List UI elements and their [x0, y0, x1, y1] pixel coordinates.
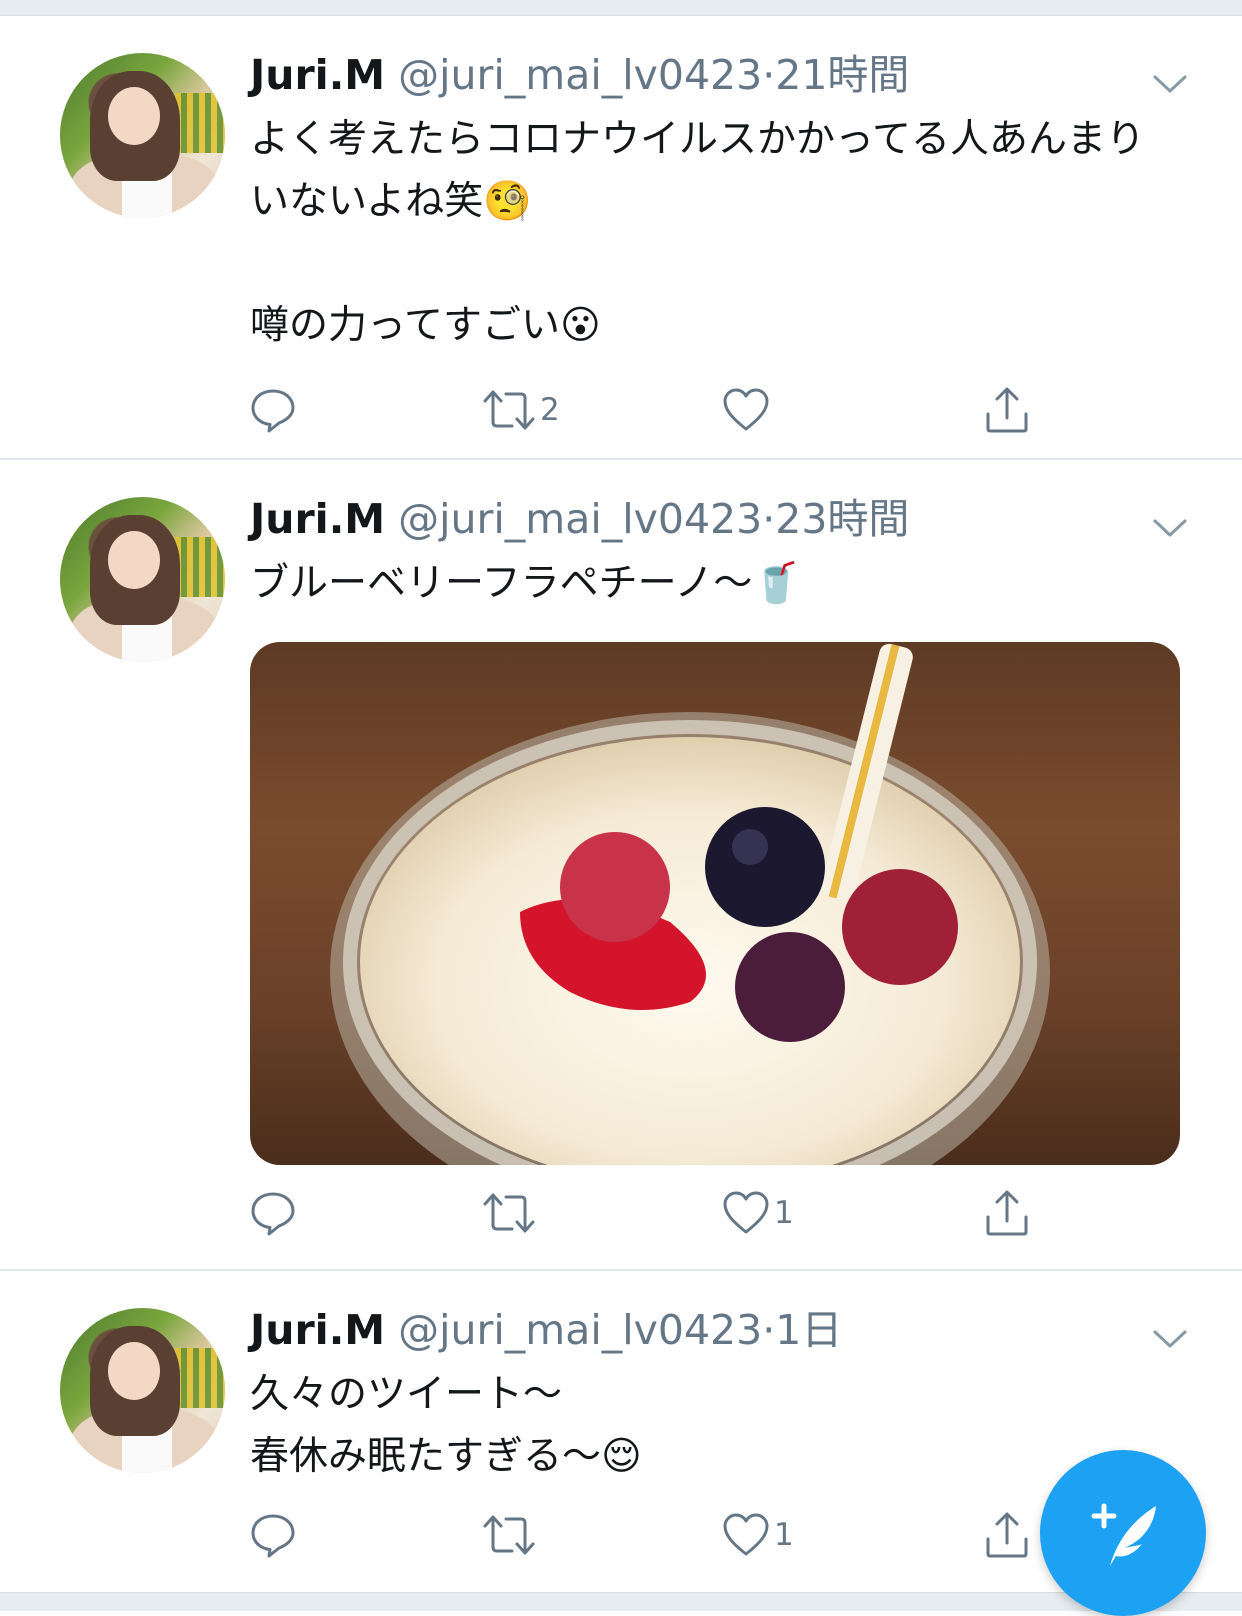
tweet-actions: 2 [250, 382, 1070, 438]
tweet-actions: 1 [250, 1185, 1070, 1241]
retweet-count: 2 [540, 392, 560, 428]
share-icon [986, 1512, 1028, 1558]
chevron-down-icon[interactable] [1152, 72, 1188, 96]
separator-dot: · [762, 495, 776, 543]
tweet-text: よく考えたらコロナウイルスかかってる人あんまりいないよね笑🧐 噂の力ってすごい😮 [250, 117, 1146, 348]
heart-icon [723, 1191, 769, 1234]
tweet-photo[interactable] [250, 642, 1180, 1165]
retweet-button[interactable]: 2 [482, 382, 560, 438]
reply-icon [251, 389, 295, 433]
retweet-icon [483, 390, 535, 430]
like-button[interactable] [722, 382, 774, 438]
heart-icon [723, 388, 769, 431]
reply-button[interactable] [250, 1185, 300, 1241]
reply-icon [251, 1192, 295, 1236]
user-handle[interactable]: @juri_mai_lv0423 [398, 1306, 762, 1354]
share-button[interactable] [984, 382, 1030, 438]
share-icon [986, 1190, 1028, 1236]
frappuccino-photo [330, 643, 1050, 1165]
like-count: 1 [774, 1195, 794, 1231]
separator-dot: · [762, 51, 776, 99]
top-divider-bar [0, 0, 1242, 16]
user-handle[interactable]: @juri_mai_lv0423 [398, 495, 762, 543]
retweet-button[interactable] [482, 1185, 540, 1241]
user-handle[interactable]: @juri_mai_lv0423 [398, 51, 762, 99]
heart-icon [723, 1513, 769, 1556]
tweet-header: Juri.M @juri_mai_lv0423·1日 [250, 1305, 842, 1355]
tweet-timestamp[interactable]: 1日 [775, 1306, 842, 1354]
retweet-icon [483, 1515, 535, 1555]
avatar[interactable] [60, 1308, 225, 1473]
compose-tweet-icon [1091, 1503, 1156, 1566]
reply-button[interactable] [250, 1507, 300, 1563]
compose-tweet-button[interactable] [1040, 1450, 1206, 1616]
reply-icon [251, 1514, 295, 1558]
retweet-icon [483, 1193, 535, 1233]
reply-button[interactable] [250, 382, 300, 438]
share-button[interactable] [984, 1507, 1030, 1563]
tweet-text: 久々のツイート〜 春休み眠たすぎる〜😌 [250, 1372, 642, 1479]
tweet-timestamp[interactable]: 21時間 [775, 51, 909, 99]
chevron-down-icon[interactable] [1152, 516, 1188, 540]
like-button[interactable]: 1 [722, 1507, 794, 1563]
bottom-divider-bar [0, 1592, 1242, 1611]
avatar[interactable] [60, 53, 225, 218]
tweet-2[interactable]: Juri.M @juri_mai_lv0423·23時間 ブルーベリーフラペチー… [0, 460, 1242, 1271]
retweet-button[interactable] [482, 1507, 540, 1563]
share-icon [986, 387, 1028, 433]
chevron-down-icon[interactable] [1152, 1327, 1188, 1351]
avatar[interactable] [60, 497, 225, 662]
separator-dot: · [762, 1306, 776, 1354]
like-count: 1 [774, 1517, 794, 1553]
tweet-timestamp[interactable]: 23時間 [775, 495, 909, 543]
display-name[interactable]: Juri.M [250, 495, 385, 543]
tweet-text: ブルーベリーフラペチーノ〜🥤 [250, 561, 801, 606]
tweet-header: Juri.M @juri_mai_lv0423·21時間 [250, 50, 909, 100]
like-button[interactable]: 1 [722, 1185, 794, 1241]
tweet-1[interactable]: Juri.M @juri_mai_lv0423·21時間 よく考えたらコロナウイ… [0, 16, 1242, 460]
display-name[interactable]: Juri.M [250, 51, 385, 99]
display-name[interactable]: Juri.M [250, 1306, 385, 1354]
tweet-actions: 1 [250, 1507, 1070, 1563]
tweet-header: Juri.M @juri_mai_lv0423·23時間 [250, 494, 909, 544]
share-button[interactable] [984, 1185, 1030, 1241]
